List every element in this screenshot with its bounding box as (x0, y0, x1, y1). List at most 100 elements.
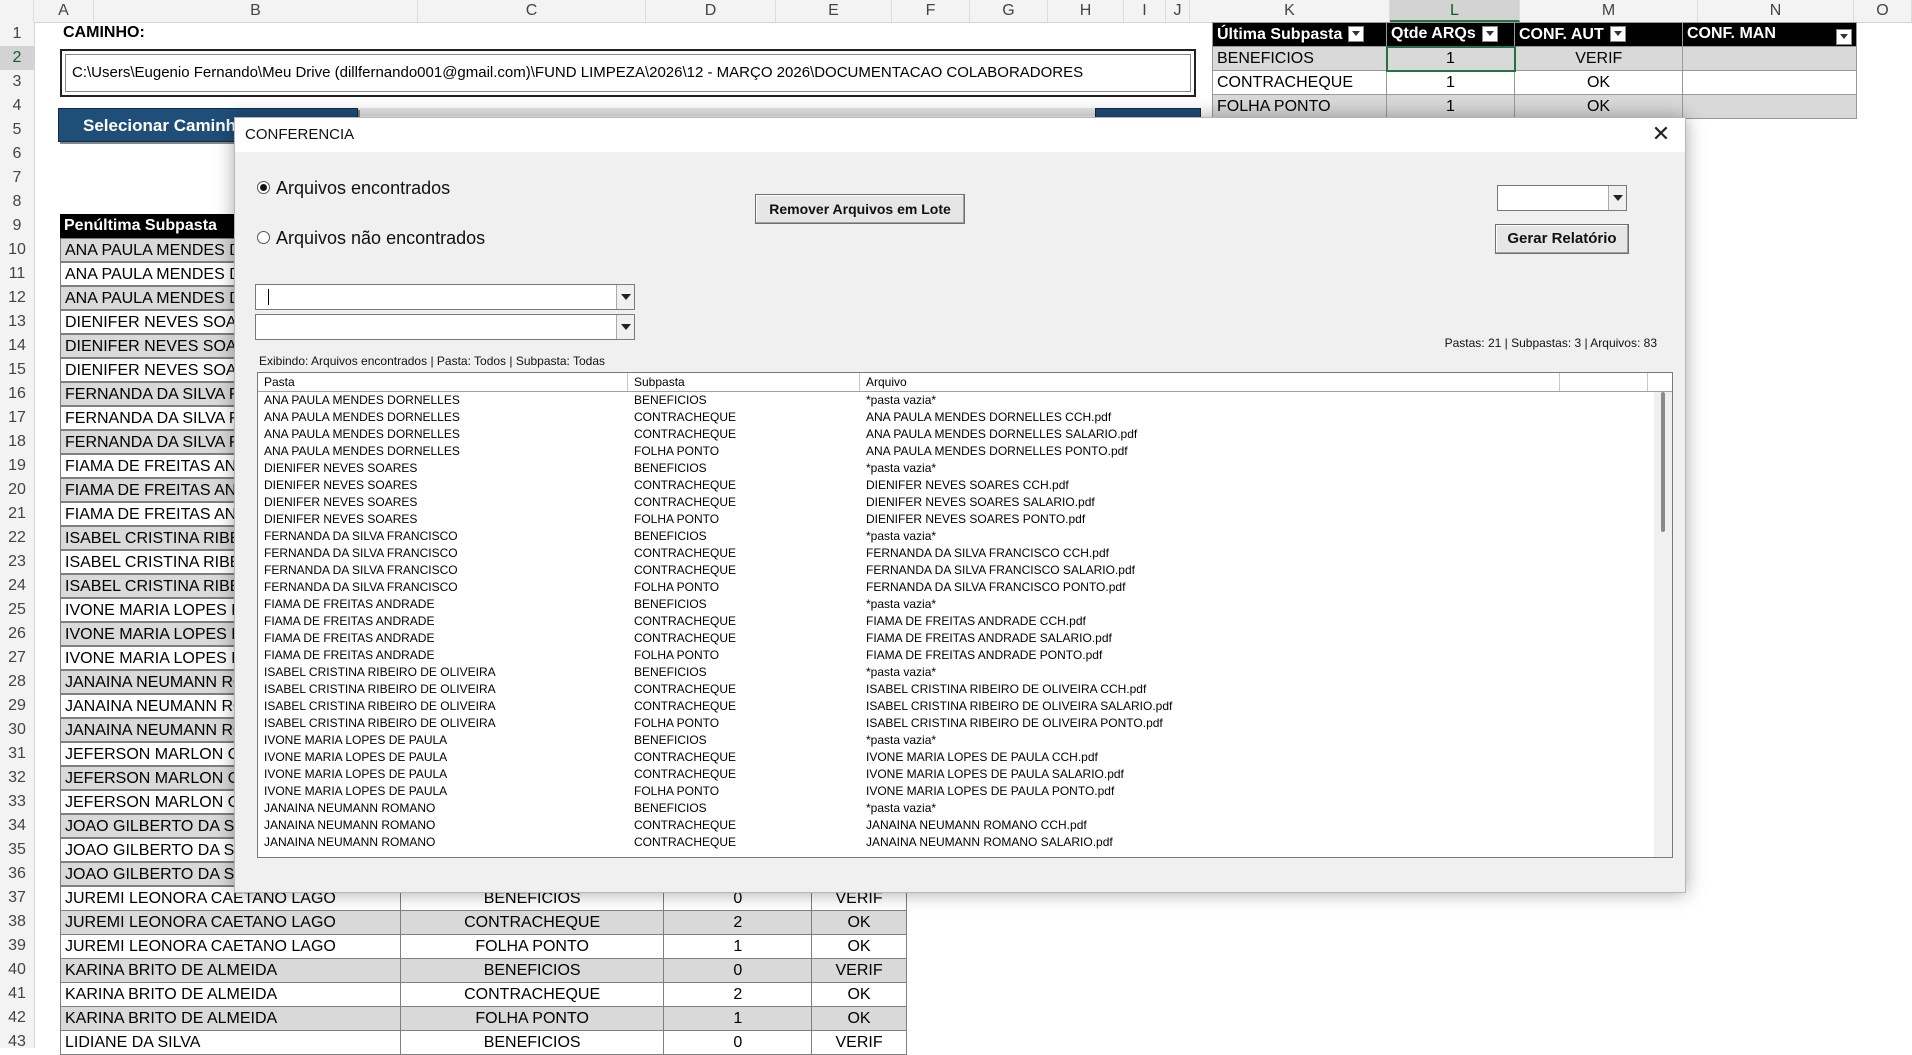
row-header[interactable]: 27 (0, 646, 34, 670)
cell[interactable]: OK (1514, 70, 1683, 95)
column-header-n[interactable]: N (1698, 0, 1854, 22)
row-header[interactable]: 11 (0, 262, 34, 286)
row-header[interactable]: 12 (0, 286, 34, 310)
row-header[interactable]: 38 (0, 910, 34, 934)
name-cell[interactable]: FIAMA DE FREITAS ANDRADE (60, 454, 260, 478)
cell[interactable]: 0 (663, 958, 813, 983)
chevron-down-icon[interactable] (1608, 186, 1626, 210)
name-cell[interactable]: ANA PAULA MENDES DORNELLES (60, 238, 260, 262)
row-header[interactable]: 4 (0, 94, 34, 118)
pasta-filter-dropdown[interactable] (255, 284, 635, 310)
file-list[interactable]: Pasta Subpasta Arquivo ANA PAULA MENDES … (257, 372, 1673, 858)
column-header-m[interactable]: M (1520, 0, 1698, 22)
column-header-l[interactable]: L (1390, 0, 1520, 22)
list-item[interactable]: DIENIFER NEVES SOARES BENEFICIOS *pasta va… (258, 460, 1650, 477)
cell[interactable]: FOLHA PONTO (399, 934, 665, 959)
name-cell[interactable]: DIENIFER NEVES SOARES (60, 334, 260, 358)
list-item[interactable]: FERNANDA DA SILVA FRANCISCO FOLHA PONTO FE… (258, 579, 1650, 596)
col-conf-aut[interactable]: CONF. AUT (1514, 22, 1683, 47)
list-item[interactable]: FIAMA DE FREITAS ANDRADE FOLHA PONTO FIAMA… (258, 647, 1650, 664)
name-cell[interactable]: JANAINA NEUMANN ROMANO (60, 694, 260, 718)
row-header[interactable]: 8 (0, 190, 34, 214)
name-cell[interactable]: ISABEL CRISTINA RIBEIRO DE OLIVEIRA (60, 526, 260, 550)
cell[interactable]: FOLHA PONTO (399, 1006, 665, 1031)
cell[interactable]: CONTRACHEQUE (399, 910, 665, 935)
name-cell[interactable]: ISABEL CRISTINA RIBEIRO DE OLIVEIRA (60, 550, 260, 574)
row-header[interactable]: 3 (0, 70, 34, 94)
list-item[interactable]: ISABEL CRISTINA RIBEIRO DE OLIVEIRA FOLHA… (258, 715, 1650, 732)
row-header[interactable]: 30 (0, 718, 34, 742)
list-item[interactable]: JANAINA NEUMANN ROMANO BENEFICIOS *pasta v… (258, 800, 1650, 817)
column-header-g[interactable]: G (970, 0, 1048, 22)
row-header[interactable]: 37 (0, 886, 34, 910)
name-cell[interactable]: ANA PAULA MENDES DORNELLES (60, 262, 260, 286)
column-header-o[interactable]: O (1854, 0, 1912, 22)
name-cell[interactable]: ISABEL CRISTINA RIBEIRO DE OLIVEIRA (60, 574, 260, 598)
list-item[interactable]: FERNANDA DA SILVA FRANCISCO BENEFICIOS *pa… (258, 528, 1650, 545)
cell[interactable]: 1 (663, 934, 813, 959)
name-cell[interactable]: DIENIFER NEVES SOARES (60, 310, 260, 334)
list-item[interactable]: FERNANDA DA SILVA FRANCISCO CONTRACHEQUE F… (258, 545, 1650, 562)
row-header[interactable]: 43 (0, 1030, 34, 1054)
row-header[interactable]: 15 (0, 358, 34, 382)
row-header[interactable]: 7 (0, 166, 34, 190)
scrollbar-thumb[interactable] (1661, 392, 1665, 532)
top-right-dropdown[interactable] (1497, 185, 1627, 211)
row-header[interactable]: 32 (0, 766, 34, 790)
row-header[interactable]: 28 (0, 670, 34, 694)
cell[interactable]: BENEFICIOS (1212, 46, 1387, 71)
list-item[interactable]: JANAINA NEUMANN ROMANO CONTRACHEQUE JANAIN… (258, 817, 1650, 834)
cell[interactable]: FOLHA PONTO (1212, 94, 1387, 119)
row-header[interactable]: 19 (0, 454, 34, 478)
row-header[interactable]: 16 (0, 382, 34, 406)
row-header[interactable]: 5 (0, 118, 34, 142)
row-header[interactable]: 41 (0, 982, 34, 1006)
column-header-c[interactable]: C (418, 0, 646, 22)
cell[interactable]: VERIF (811, 1030, 907, 1055)
name-cell[interactable]: JANAINA NEUMANN ROMANO (60, 718, 260, 742)
row-header[interactable]: 9 (0, 214, 34, 238)
row-header[interactable]: 29 (0, 694, 34, 718)
cell[interactable]: VERIF (811, 958, 907, 983)
row-header[interactable]: 31 (0, 742, 34, 766)
row-header[interactable]: 35 (0, 838, 34, 862)
list-item[interactable]: DIENIFER NEVES SOARES CONTRACHEQUE DIENIFE… (258, 494, 1650, 511)
radio-not-found[interactable]: Arquivos não encontrados (257, 228, 485, 249)
filter-icon[interactable] (1609, 26, 1626, 43)
filter-icon[interactable] (1348, 26, 1365, 43)
row-header[interactable]: 33 (0, 790, 34, 814)
list-item[interactable]: ISABEL CRISTINA RIBEIRO DE OLIVEIRA CONTR… (258, 681, 1650, 698)
path-field[interactable]: C:\Users\Eugenio Fernando\Meu Drive (dil… (60, 49, 1196, 97)
row-header[interactable]: 17 (0, 406, 34, 430)
column-header-d[interactable]: D (646, 0, 776, 22)
cell[interactable]: KARINA BRITO DE ALMEIDA (60, 982, 401, 1007)
vertical-scrollbar[interactable] (1654, 392, 1672, 857)
row-header[interactable]: 34 (0, 814, 34, 838)
chevron-down-icon[interactable] (616, 285, 634, 309)
name-cell[interactable]: JEFERSON MARLON OLIVEIRA (60, 790, 260, 814)
name-cell[interactable]: JOAO GILBERTO DA SILVA (60, 838, 260, 862)
name-cell[interactable]: JEFERSON MARLON OLIVEIRA (60, 742, 260, 766)
cell[interactable]: 2 (663, 910, 813, 935)
name-cell[interactable]: JOAO GILBERTO DA SILVA (60, 814, 260, 838)
list-item[interactable]: ANA PAULA MENDES DORNELLES BENEFICIOS *pas… (258, 392, 1650, 409)
list-item[interactable]: IVONE MARIA LOPES DE PAULA CONTRACHEQUE IV… (258, 749, 1650, 766)
cell[interactable]: 0 (663, 1030, 813, 1055)
list-item[interactable]: FIAMA DE FREITAS ANDRADE CONTRACHEQUE FIAM… (258, 630, 1650, 647)
row-header[interactable]: 36 (0, 862, 34, 886)
list-item[interactable]: ANA PAULA MENDES DORNELLES FOLHA PONTO ANA… (258, 443, 1650, 460)
cell[interactable] (1682, 46, 1857, 71)
list-item[interactable]: ISABEL CRISTINA RIBEIRO DE OLIVEIRA CONTR… (258, 698, 1650, 715)
col-ultima-subpasta[interactable]: Última Subpasta (1212, 22, 1387, 47)
cell[interactable]: 1 (663, 1006, 813, 1031)
list-item[interactable]: FIAMA DE FREITAS ANDRADE CONTRACHEQUE FIAM… (258, 613, 1650, 630)
row-header[interactable]: 25 (0, 598, 34, 622)
cell[interactable]: JUREMI LEONORA CAETANO LAGO (60, 910, 401, 935)
list-item[interactable]: ANA PAULA MENDES DORNELLES CONTRACHEQUE AN… (258, 409, 1650, 426)
cell[interactable]: KARINA BRITO DE ALMEIDA (60, 1006, 401, 1031)
col-qtde-arqs[interactable]: Qtde ARQs (1386, 22, 1515, 47)
name-cell[interactable]: FERNANDA DA SILVA FRANCISCO (60, 430, 260, 454)
row-header[interactable]: 10 (0, 238, 34, 262)
row-header[interactable]: 2 (0, 46, 34, 70)
cell[interactable]: OK (1514, 94, 1683, 119)
